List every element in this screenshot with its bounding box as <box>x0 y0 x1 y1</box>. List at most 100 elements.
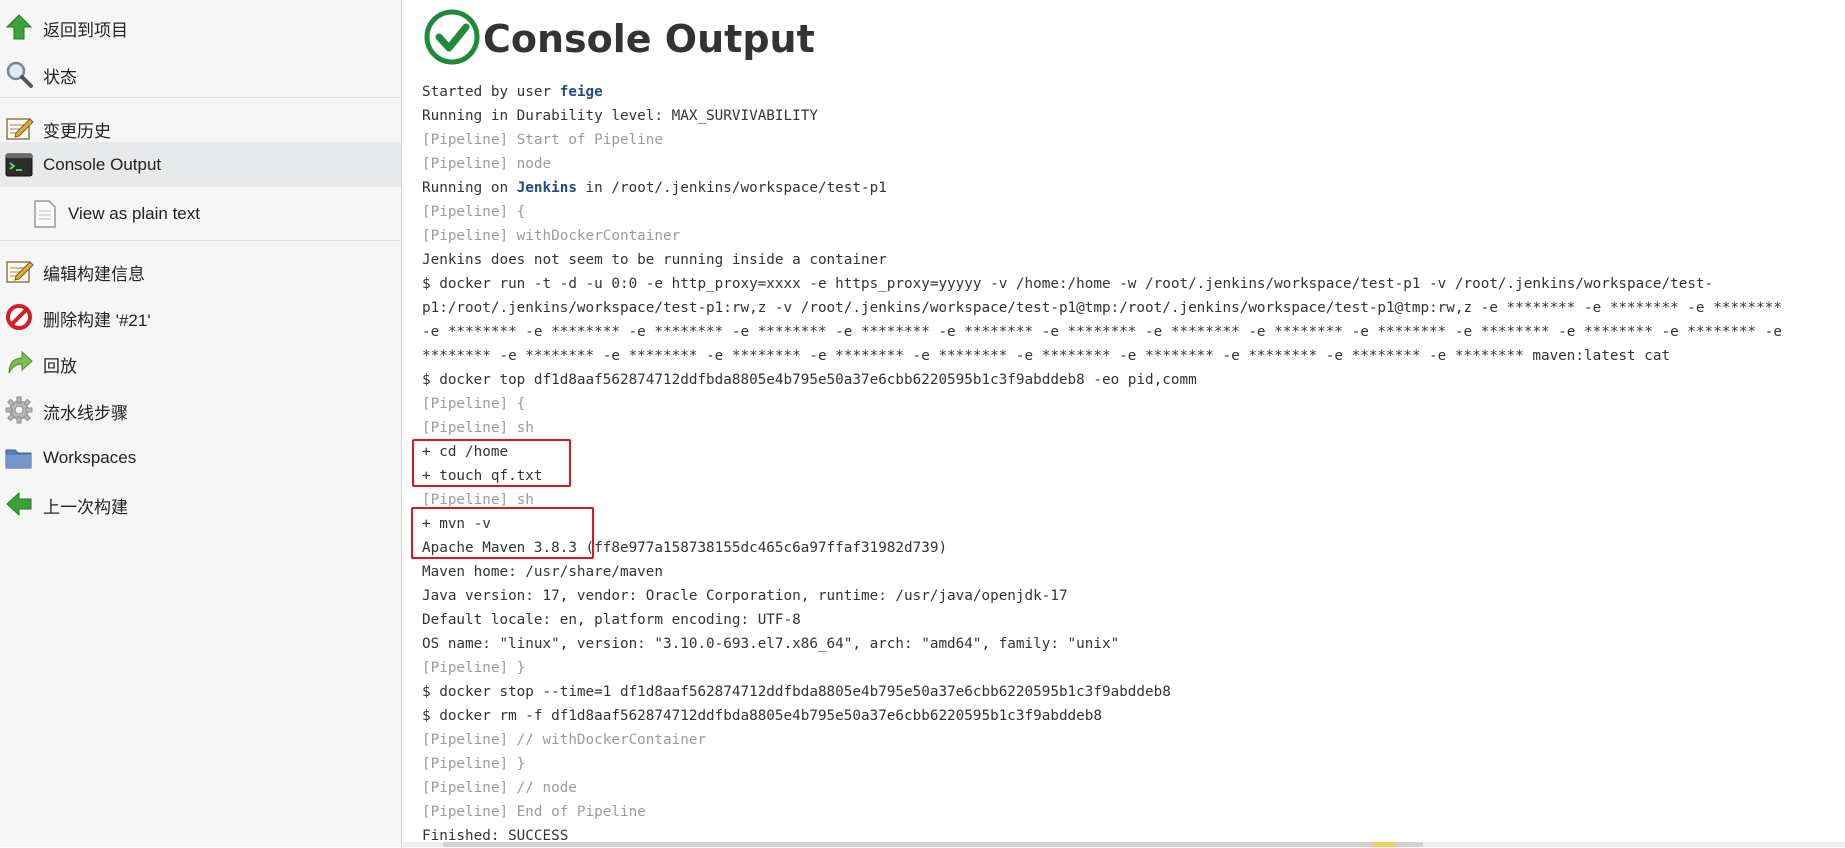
console-line-text: Running in Durability level: MAX_SURVIVA… <box>422 108 818 124</box>
console-line-text: in /root/.jenkins/workspace/test-p1 <box>576 180 887 196</box>
sidebar-item-label: 返回到项目 <box>43 20 128 40</box>
console-line: Started by user feige <box>422 80 1782 104</box>
scrollbar-marker <box>1373 842 1395 847</box>
sidebar-item-label: 状态 <box>43 67 77 87</box>
console-line-text: Apache Maven 3.8.3 (ff8e977a158738155dc4… <box>422 540 948 556</box>
notepad-icon <box>4 256 34 286</box>
console-line-text: + touch qf.txt <box>422 468 543 484</box>
notepad-icon <box>4 113 34 143</box>
sidebar-item-console-output[interactable]: Console Output <box>0 142 401 187</box>
console-line: OS name: "linux", version: "3.10.0-693.e… <box>422 632 1782 656</box>
console-line-text: OS name: "linux", version: "3.10.0-693.e… <box>422 636 1120 652</box>
gear-icon <box>4 395 34 425</box>
console-link[interactable]: Jenkins <box>517 180 577 196</box>
console-line-text: $ docker run -t -d -u 0:0 -e http_proxy=… <box>422 276 1714 292</box>
sidebar-item-label: Workspaces <box>43 448 137 467</box>
pipeline-log-line: [Pipeline] } <box>422 656 1782 680</box>
console-line-text: $ docker stop --time=1 df1d8aaf562874712… <box>422 684 1171 700</box>
pipeline-log-line: [Pipeline] { <box>422 200 1782 224</box>
sidebar-item-label: View as plain text <box>68 204 200 223</box>
arrow-left-icon <box>4 489 34 519</box>
console-line-text: Jenkins does not seem to be running insi… <box>422 252 887 268</box>
console-line-text: -e ******** -e ******** -e ******** -e *… <box>422 324 1782 340</box>
sidebar-item-status[interactable]: 状态 <box>0 47 401 103</box>
console-line: $ docker run -t -d -u 0:0 -e http_proxy=… <box>422 272 1782 296</box>
console-line-text: Running on <box>422 180 517 196</box>
folder-icon <box>4 442 34 472</box>
divider <box>0 97 401 98</box>
console-line: Default locale: en, platform encoding: U… <box>422 608 1782 632</box>
console-line-text: Default locale: en, platform encoding: U… <box>422 612 801 628</box>
console-line: $ docker rm -f df1d8aaf562874712ddfbda88… <box>422 704 1782 728</box>
console-line-text: $ docker top df1d8aaf562874712ddfbda8805… <box>422 372 1197 388</box>
console-line: p1:/root/.jenkins/workspace/test-p1:rw,z… <box>422 296 1782 320</box>
console-line: Java version: 17, vendor: Oracle Corpora… <box>422 584 1782 608</box>
console-line: Running in Durability level: MAX_SURVIVA… <box>422 104 1782 128</box>
arrow-up-icon <box>4 12 34 42</box>
sidebar-item-label: 删除构建 '#21' <box>43 310 151 330</box>
magnifier-icon <box>4 59 34 89</box>
console-line-text: ******** -e ******** -e ******** -e ****… <box>422 348 1671 364</box>
horizontal-scrollbar[interactable] <box>403 842 1845 847</box>
pipeline-log-line: [Pipeline] node <box>422 152 1782 176</box>
sidebar-item-label: 编辑构建信息 <box>43 264 145 284</box>
console-line-text: [Pipeline] // withDockerContainer <box>422 732 707 748</box>
console-line: ******** -e ******** -e ******** -e ****… <box>422 344 1782 368</box>
divider <box>0 240 401 241</box>
console-line-text: [Pipeline] { <box>422 396 526 412</box>
console-line-text: [Pipeline] { <box>422 204 526 220</box>
success-check-icon <box>423 8 481 71</box>
console-line-text: [Pipeline] End of Pipeline <box>422 804 646 820</box>
console-line-text: + cd /home <box>422 444 509 460</box>
console-line-text: Java version: 17, vendor: Oracle Corpora… <box>422 588 1068 604</box>
console-line: + mvn -v <box>422 512 1782 536</box>
console-line-text: [Pipeline] sh <box>422 492 534 508</box>
pipeline-log-line: [Pipeline] { <box>422 392 1782 416</box>
no-entry-icon <box>4 302 34 332</box>
console-line-text: [Pipeline] Start of Pipeline <box>422 132 664 148</box>
console-line: $ docker stop --time=1 df1d8aaf562874712… <box>422 680 1782 704</box>
sidebar: 返回到项目 状态 变更历史 Console Output View as pla… <box>0 0 402 847</box>
console-line-text: [Pipeline] node <box>422 156 552 172</box>
pipeline-log-line: [Pipeline] // node <box>422 776 1782 800</box>
sidebar-item-view-plain-text[interactable]: View as plain text <box>0 188 401 240</box>
console-line: Running on Jenkins in /root/.jenkins/wor… <box>422 176 1782 200</box>
console-line-text: [Pipeline] } <box>422 660 526 676</box>
redo-arrow-icon <box>4 348 34 378</box>
terminal-icon <box>4 150 34 180</box>
pipeline-log-line: [Pipeline] sh <box>422 416 1782 440</box>
console-line-text: Started by user <box>422 84 560 100</box>
pipeline-log-line: [Pipeline] End of Pipeline <box>422 800 1782 824</box>
page-header: Console Output <box>423 8 815 71</box>
console-output: Started by user feige Running in Durabili… <box>422 80 1782 848</box>
console-line-text: $ docker rm -f df1d8aaf562874712ddfbda88… <box>422 708 1102 724</box>
console-line: -e ******** -e ******** -e ******** -e *… <box>422 320 1782 344</box>
main-panel: Console Output Started by user feige Runn… <box>403 0 1845 847</box>
console-link[interactable]: feige <box>560 84 603 100</box>
console-line-text: [Pipeline] withDockerContainer <box>422 228 681 244</box>
console-line-text: Maven home: /usr/share/maven <box>422 564 664 580</box>
console-line: $ docker top df1d8aaf562874712ddfbda8805… <box>422 368 1782 392</box>
console-line: Maven home: /usr/share/maven <box>422 560 1782 584</box>
console-line-text: + mvn -v <box>422 516 491 532</box>
pipeline-log-line: [Pipeline] withDockerContainer <box>422 224 1782 248</box>
page-title: Console Output <box>483 17 815 61</box>
sidebar-item-previous-build[interactable]: 上一次构建 <box>0 477 401 533</box>
console-line-text: p1:/root/.jenkins/workspace/test-p1:rw,z… <box>422 300 1782 316</box>
console-line: Apache Maven 3.8.3 (ff8e977a158738155dc4… <box>422 536 1782 560</box>
console-line-text: [Pipeline] sh <box>422 420 534 436</box>
pipeline-log-line: [Pipeline] } <box>422 752 1782 776</box>
pipeline-log-line: [Pipeline] // withDockerContainer <box>422 728 1782 752</box>
sidebar-item-label: 变更历史 <box>43 121 111 141</box>
pipeline-log-line: [Pipeline] Start of Pipeline <box>422 128 1782 152</box>
console-line: Jenkins does not seem to be running insi… <box>422 248 1782 272</box>
console-line: + touch qf.txt <box>422 464 1782 488</box>
sidebar-item-label: 流水线步骤 <box>43 403 128 423</box>
console-line-text: [Pipeline] } <box>422 756 526 772</box>
scrollbar-thumb[interactable] <box>443 842 1423 847</box>
sidebar-item-label: Console Output <box>43 154 162 174</box>
sidebar-item-label: 回放 <box>43 356 77 376</box>
document-icon <box>30 199 60 229</box>
console-line: + cd /home <box>422 440 1782 464</box>
sidebar-item-label: 上一次构建 <box>43 497 128 517</box>
